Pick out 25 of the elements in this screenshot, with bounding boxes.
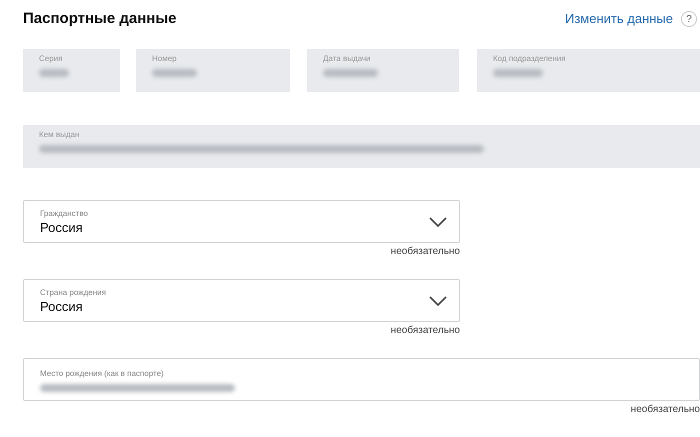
blurred-value <box>323 69 378 77</box>
field-label: Гражданство <box>40 208 88 220</box>
optional-note: необязательно <box>390 324 460 338</box>
select-field[interactable]: Гражданство Россия <box>23 200 460 243</box>
blurred-value <box>39 69 69 77</box>
field-label: Код подразделения <box>493 53 567 65</box>
blurred-value <box>493 69 543 77</box>
field-label: Номер <box>152 53 178 65</box>
field-label: Кем выдан <box>39 129 80 141</box>
chevron-down-icon <box>429 216 447 226</box>
optional-note: необязательно <box>390 245 460 259</box>
help-button[interactable]: ? <box>681 11 697 27</box>
chevron-down-icon <box>429 296 447 306</box>
field-label: Дата выдачи <box>323 53 372 65</box>
field-label: Серия <box>39 53 64 65</box>
edit-link[interactable]: Изменить данные <box>565 9 673 29</box>
blurred-value <box>152 69 197 77</box>
field-value: Россия <box>40 298 84 314</box>
optional-note: необязательно <box>630 403 700 417</box>
input-field[interactable]: Место рождения (как в паспорте) <box>23 358 700 401</box>
field-value: Россия <box>40 220 84 236</box>
select-field[interactable]: Страна рождения Россия <box>23 279 460 322</box>
field-label: Место рождения (как в паспорте) <box>40 368 165 380</box>
section-title: Паспортные данные <box>23 8 177 29</box>
field-label: Страна рождения <box>40 286 106 298</box>
